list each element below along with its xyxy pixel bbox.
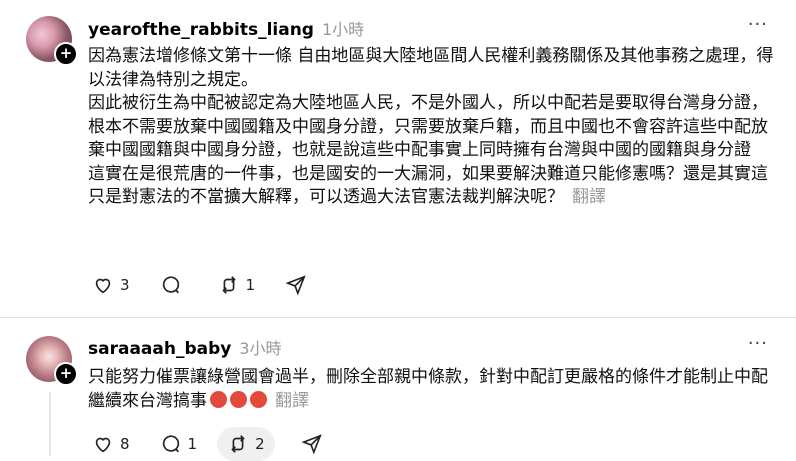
username[interactable]: saraaaah_baby — [88, 339, 231, 359]
paragraph: 因為憲法增修條文第十一條 自由地區與大陸地區間人民權利義務關係及其他事務之處理，… — [88, 46, 774, 90]
post-header: yearofthe_rabbits_liang 1小時 — [88, 16, 364, 40]
comment-button[interactable] — [156, 268, 192, 302]
repost-icon — [221, 276, 236, 294]
paragraph-text: 這實在是很荒唐的一件事，也是國安的一大漏洞，如果要解決難道只能修憲嗎？還是其實這… — [88, 163, 768, 208]
paragraph: 因此被衍生為中配被認定為大陸地區人民，不是外國人，所以中配若是要取得台灣身分證，… — [88, 93, 768, 160]
like-count: 8 — [120, 435, 130, 453]
heart-icon — [95, 437, 111, 453]
translate-link[interactable]: 翻譯 — [275, 391, 309, 411]
translate-link[interactable]: 翻譯 — [572, 187, 606, 207]
more-options-icon[interactable]: ··· — [748, 333, 768, 354]
comment-icon — [162, 435, 179, 453]
paragraph-text: 只能努力催票讓綠營國會過半，刪除全部親中條款，針對中配訂更嚴格的條件才能制止中配… — [88, 367, 768, 411]
share-button[interactable] — [281, 268, 311, 302]
thread-line — [49, 392, 51, 456]
username[interactable]: yearofthe_rabbits_liang — [88, 20, 314, 40]
repost-icon — [231, 435, 245, 453]
divider — [0, 317, 796, 318]
paragraph: 這實在是很荒唐的一件事，也是國安的一大漏洞，如果要解決難道只能修憲嗎？還是其實這… — [88, 163, 778, 210]
repost-count: 2 — [255, 435, 265, 453]
timestamp: 3小時 — [239, 339, 282, 358]
comment-icon — [162, 276, 179, 294]
like-button[interactable]: 3 — [88, 268, 134, 302]
more-options-icon[interactable]: ··· — [748, 14, 768, 35]
repost-count: 1 — [245, 276, 256, 294]
post-body: 因為憲法增修條文第十一條 自由地區與大陸地區間人民權利義務關係及其他事務之處理，… — [88, 45, 778, 210]
post-header: saraaaah_baby 3小時 — [88, 335, 282, 359]
post-body: 只能努力催票讓綠營國會過半，刪除全部親中條款，針對中配訂更嚴格的條件才能制止中配… — [88, 366, 778, 413]
like-count: 3 — [120, 276, 130, 294]
angry-face-emoji — [250, 390, 267, 408]
heart-icon — [95, 278, 111, 294]
paragraph: 只能努力催票讓綠營國會過半，刪除全部親中條款，針對中配訂更嚴格的條件才能制止中配… — [88, 366, 778, 413]
share-icon — [301, 434, 322, 455]
share-icon — [285, 275, 306, 296]
comment-count: 1 — [187, 435, 198, 453]
follow-plus-icon[interactable]: + — [54, 42, 78, 66]
repost-button[interactable]: 1 — [214, 268, 260, 302]
angry-face-emoji — [210, 390, 227, 408]
angry-face-emoji — [230, 390, 247, 408]
action-bar: 3 1 — [88, 268, 311, 302]
timestamp: 1小時 — [321, 20, 365, 39]
follow-plus-icon[interactable]: + — [54, 362, 78, 386]
